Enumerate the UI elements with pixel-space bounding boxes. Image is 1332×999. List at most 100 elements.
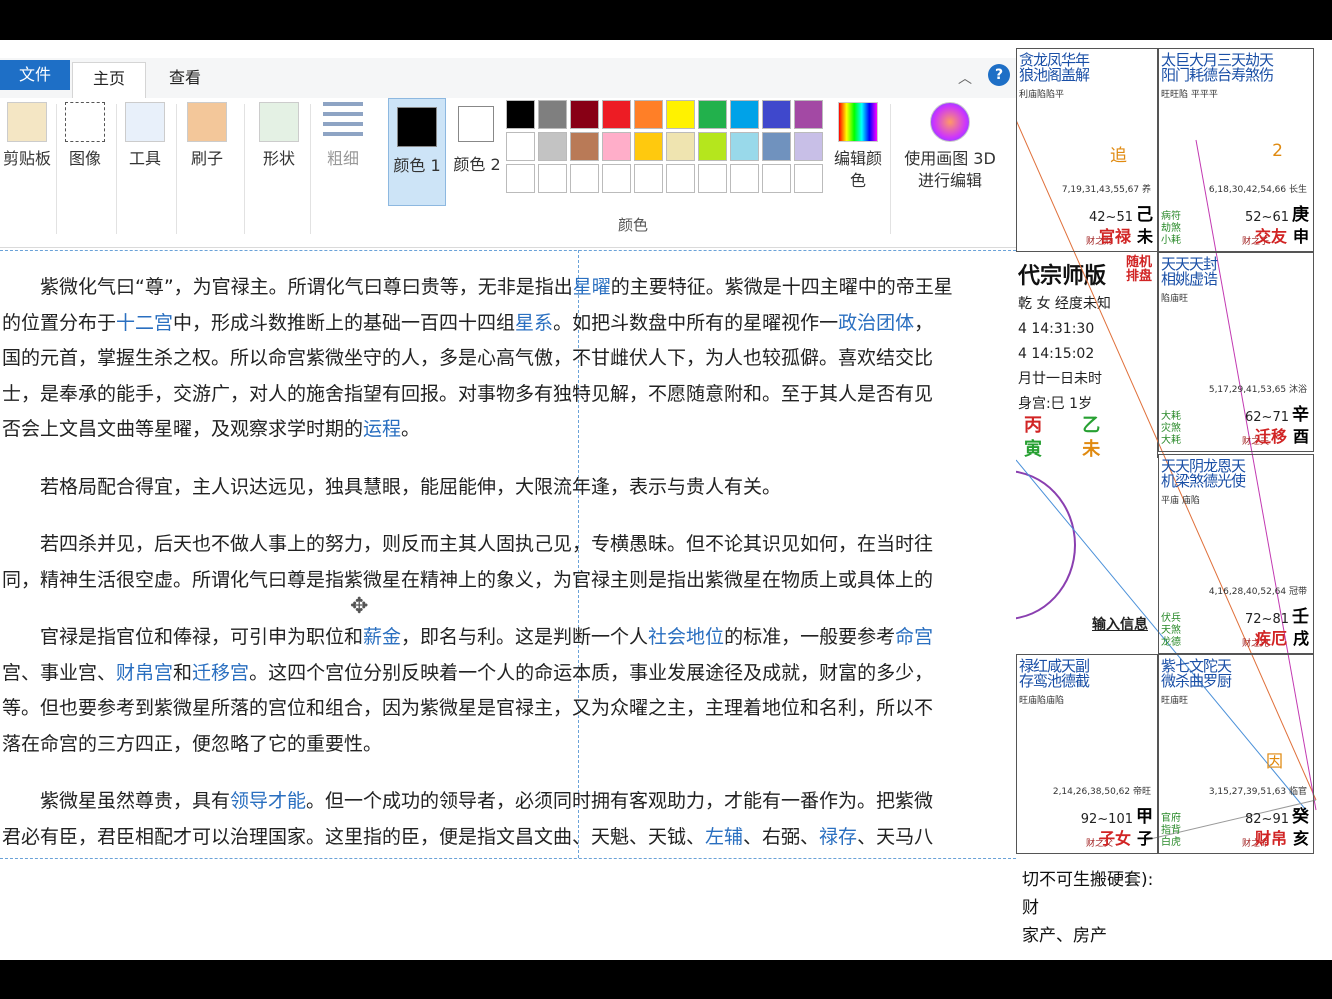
keyword-link: 迁移宫 <box>192 661 250 684</box>
divider <box>56 104 57 234</box>
divider <box>176 104 177 234</box>
text-line: 的位置分布于十二宫中，形成斗数推断上的基础一百四十四组星系。如把斗数盘中所有的星… <box>2 306 1016 342</box>
color-swatch[interactable] <box>506 132 535 161</box>
color-swatch[interactable] <box>602 132 631 161</box>
heavenly-stem: 癸 <box>1292 807 1309 827</box>
text-segment: 若四杀并见，后天也不做人事上的努力，则反而主其人固执己见，专横愚昧。但不论其识见… <box>40 533 934 555</box>
keyword-link: 左辅 <box>705 825 744 848</box>
color-swatch[interactable] <box>762 100 791 129</box>
clipboard-button[interactable]: 剪贴板 <box>0 100 54 204</box>
paint-window: 文件 主页 查看 ︿ ? 剪贴板 图像 工具 刷子 形状 粗细 颜色 1 颜色 … <box>0 40 1016 960</box>
palace-cell[interactable]: 贪龙凤华年 狼池阁盖解 利庙陷陷平 7,19,31,43,55,67 养 42~51 己财… <box>1016 48 1158 252</box>
collapse-ribbon-icon[interactable]: ︿ <box>958 68 972 88</box>
custom-color-slot[interactable] <box>602 164 631 193</box>
color1-button[interactable]: 颜色 1 <box>388 98 446 206</box>
stars-row2: 存鸾池德截 <box>1019 672 1090 690</box>
keyword-link: 命宫 <box>895 626 934 648</box>
top-black-bar <box>0 0 1332 40</box>
text-segment: 的位置分布于 <box>2 311 117 334</box>
select-icon <box>65 102 105 142</box>
color-swatch[interactable] <box>538 132 567 161</box>
paint3d-button[interactable]: 使用画图 3D 进行编辑 <box>898 100 1002 204</box>
bottom-black-bar <box>0 960 1332 999</box>
color-swatch[interactable] <box>506 100 535 129</box>
keyword-link: 星曜 <box>572 276 611 298</box>
color-swatch[interactable] <box>794 100 823 129</box>
brightness: 旺旺陷 平平平 <box>1161 90 1218 100</box>
stars-row2: 相姚虚诰 <box>1161 270 1218 288</box>
minor-stars: 伏兵 天煞 龙德 <box>1161 613 1181 648</box>
heavenly-stem: 庚 <box>1292 205 1309 225</box>
color-swatch[interactable] <box>698 100 727 129</box>
palace-cell[interactable]: 天天天封 相姚虚诰 陷庙旺 5,17,29,41,53,65 沐浴 62~71 辛财之夫迁… <box>1158 252 1314 452</box>
heavenly-stem: 甲 <box>1136 807 1153 827</box>
custom-color-slot[interactable] <box>794 164 823 193</box>
text-line: 官禄是指官位和俸禄，可引申为职位和薪金，即名与利。这是判断一个人社会地位的标准，… <box>2 620 1016 656</box>
custom-color-slot[interactable] <box>730 164 759 193</box>
earthly-branch: 酉 <box>1292 427 1309 446</box>
paragraph: 紫微星虽然尊贵，具有领导才能。但一个成功的领导者，必须同时拥有客观助力，才能有一… <box>2 784 1016 855</box>
title-bar <box>0 40 1016 48</box>
custom-color-slot[interactable] <box>698 164 727 193</box>
shapes-icon <box>259 102 299 142</box>
brushes-button[interactable]: 刷子 <box>180 100 234 204</box>
text-segment: 国的元首，掌握生杀之权。所以命宫紫微坐守的人，多是心高气傲，不甘雌伏人下，为人也… <box>2 347 934 369</box>
footer-line: 切不可生搬硬套): <box>1022 870 1154 890</box>
color-swatch[interactable] <box>698 132 727 161</box>
move-cursor-icon: ✥ <box>350 594 369 619</box>
color-swatch[interactable] <box>666 132 695 161</box>
custom-color-slot[interactable] <box>538 164 567 193</box>
color-swatch[interactable] <box>634 132 663 161</box>
line-width-icon <box>323 102 363 142</box>
palace-cell[interactable]: 太巨大月三天劫天 阳门耗德台寿煞伤 旺旺陷 平平平 6,18,30,42,54,66 … <box>1158 48 1314 252</box>
keyword-link: 十二宫 <box>116 311 174 334</box>
custom-color-slot[interactable] <box>634 164 663 193</box>
tab-home[interactable]: 主页 <box>72 62 146 98</box>
color-swatch[interactable] <box>666 100 695 129</box>
help-icon[interactable]: ? <box>988 64 1010 86</box>
image-button[interactable]: 图像 <box>58 100 112 204</box>
text-line: 君必有臣，君臣相配才可以治理国家。这里指的臣，便是指文昌文曲、天魁、天钺、左辅、… <box>2 820 1016 856</box>
color-swatch[interactable] <box>570 132 599 161</box>
edit-colors-button[interactable]: 编辑颜色 <box>830 100 886 204</box>
color-wheel-icon <box>838 102 878 142</box>
brightness: 陷庙旺 <box>1161 294 1189 304</box>
text-line: 等。但也要参考到紫微星所落的宫位和组合，因为紫微星是官禄主，又为众曜之主，主理着… <box>2 691 1016 727</box>
text-line: 紫微化气曰“尊”，为官禄主。所谓化气曰尊曰贵等，无非是指出星曜的主要特征。紫微是… <box>2 270 1016 306</box>
palace-name: 财帛 <box>1254 829 1287 848</box>
text-segment: 中，形成斗数推断上的基础一百四十四组 <box>173 311 516 334</box>
color-swatch[interactable] <box>794 132 823 161</box>
custom-color-slot[interactable] <box>570 164 599 193</box>
drawing-canvas[interactable]: 紫微化气曰“尊”，为官禄主。所谓化气曰尊曰贵等，无非是指出星曜的主要特征。紫微是… <box>0 250 1016 860</box>
divider <box>116 104 117 234</box>
palace-cell[interactable]: 天天阴龙恩天 机梁煞德光使 平庙 庙陷 4,16,28,40,52,64 冠带 72~8… <box>1158 454 1314 654</box>
custom-color-slot[interactable] <box>666 164 695 193</box>
color-swatch[interactable] <box>570 100 599 129</box>
size-button[interactable]: 粗细 <box>316 100 370 204</box>
edit-colors-label: 编辑颜色 <box>834 149 883 190</box>
text-segment: 和 <box>173 661 193 684</box>
text-segment: 等。但也要参考到紫微星所落的宫位和组合，因为紫微星是官禄主，又为众曜之主，主理着… <box>2 697 934 719</box>
palace-cell[interactable]: 紫七文陀天 微杀曲罗厨 旺庙旺 3,15,27,39,51,63 临官 82~91 癸财之… <box>1158 654 1314 854</box>
shapes-button[interactable]: 形状 <box>252 100 306 204</box>
stars-row2: 阳门耗德台寿煞伤 <box>1161 66 1274 84</box>
ziwei-chart-window: 代宗师版 随机 排盘 乾 女 经度未知 4 14:31:30 4 14:15:02 月廿… <box>1016 40 1332 960</box>
text-segment: ，即名与利。这是判断一个人 <box>401 626 649 648</box>
tools-button[interactable]: 工具 <box>118 100 172 204</box>
keyword-link: 社会地位 <box>648 626 725 648</box>
color-swatch[interactable] <box>538 100 567 129</box>
brush-icon <box>187 102 227 142</box>
custom-color-slot[interactable] <box>762 164 791 193</box>
color-swatch[interactable] <box>730 132 759 161</box>
color-swatch[interactable] <box>762 132 791 161</box>
divider <box>310 104 311 234</box>
color2-button[interactable]: 颜色 2 <box>450 98 504 206</box>
custom-color-slot[interactable] <box>506 164 535 193</box>
tab-view[interactable]: 查看 <box>150 62 220 94</box>
heavenly-stem: 己 <box>1136 205 1153 225</box>
color-swatch[interactable] <box>634 100 663 129</box>
color-swatch[interactable] <box>602 100 631 129</box>
tab-file[interactable]: 文件 <box>0 60 70 90</box>
color-swatch[interactable] <box>730 100 759 129</box>
palace-cell[interactable]: 禄红咸天副 存鸾池德截 旺庙陷庙陷 2,14,26,38,50,62 帝旺 92~101… <box>1016 654 1158 854</box>
